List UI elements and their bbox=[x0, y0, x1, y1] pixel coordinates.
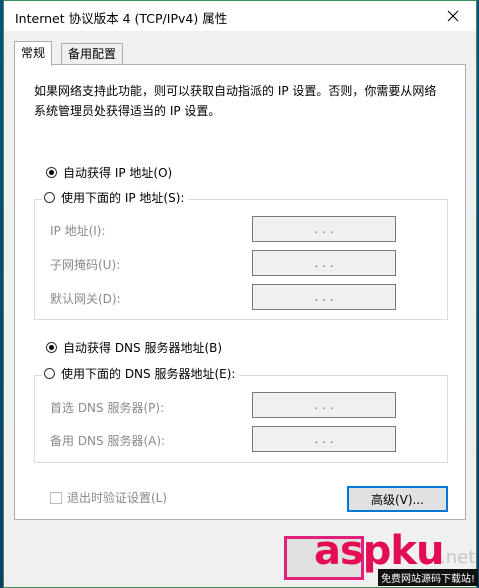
preferred-dns-label: 首选 DNS 服务器(P): bbox=[50, 401, 165, 415]
subnet-mask-value: . . . bbox=[314, 256, 334, 270]
window-title: Internet 协议版本 4 (TCP/IPv4) 属性 bbox=[15, 11, 228, 26]
title-bar[interactable]: Internet 协议版本 4 (TCP/IPv4) 属性 bbox=[4, 1, 476, 31]
subnet-mask-input[interactable]: . . . bbox=[252, 250, 396, 276]
default-gateway-label: 默认网关(D): bbox=[50, 292, 121, 306]
watermark-suffix: .net bbox=[440, 547, 476, 568]
close-icon bbox=[447, 10, 459, 22]
alternate-dns-label: 备用 DNS 服务器(A): bbox=[50, 434, 166, 448]
validate-on-exit-checkbox[interactable]: 退出时验证设置(L) bbox=[50, 489, 167, 506]
close-button[interactable] bbox=[430, 1, 476, 31]
radio-manual-dns-indicator bbox=[44, 368, 55, 379]
validate-on-exit-label: 退出时验证设置(L) bbox=[67, 491, 168, 505]
ip-address-input[interactable]: . . . bbox=[252, 216, 396, 242]
radio-auto-ip-indicator bbox=[46, 167, 57, 178]
preferred-dns-value: . . . bbox=[314, 398, 334, 412]
tab-alternate-config[interactable]: 备用配置 bbox=[61, 43, 124, 65]
radio-auto-ip-label: 自动获得 IP 地址(O) bbox=[63, 166, 173, 180]
radio-manual-ip-indicator bbox=[44, 192, 55, 203]
tcpip-properties-dialog: Internet 协议版本 4 (TCP/IPv4) 属性 常规 备用配置 如果… bbox=[3, 0, 479, 588]
tab-bar: 常规 备用配置 bbox=[14, 41, 466, 66]
radio-manual-dns[interactable]: 使用下面的 DNS 服务器地址(E): bbox=[42, 365, 240, 382]
advanced-button[interactable]: 高级(V)... bbox=[347, 486, 448, 512]
radio-manual-ip[interactable]: 使用下面的 IP 地址(S): bbox=[42, 189, 189, 206]
subnet-mask-label: 子网掩码(U): bbox=[50, 258, 121, 272]
radio-auto-dns-label: 自动获得 DNS 服务器地址(B) bbox=[63, 341, 223, 355]
general-panel: 如果网络支持此功能，则可以获取自动指派的 IP 设置。否则，你需要从网络系统管理… bbox=[14, 64, 466, 520]
preferred-dns-input[interactable]: . . . bbox=[252, 392, 396, 418]
ok-button[interactable] bbox=[284, 536, 364, 580]
radio-manual-ip-label: 使用下面的 IP 地址(S): bbox=[61, 191, 185, 205]
alternate-dns-input[interactable]: . . . bbox=[252, 426, 396, 452]
tab-general[interactable]: 常规 bbox=[14, 41, 53, 66]
watermark-tagline: 免费网站源码下载站! bbox=[378, 569, 479, 586]
radio-auto-dns-indicator bbox=[46, 342, 57, 353]
alternate-dns-value: . . . bbox=[314, 432, 334, 446]
radio-manual-dns-label: 使用下面的 DNS 服务器地址(E): bbox=[61, 367, 236, 381]
validate-on-exit-box bbox=[50, 491, 62, 504]
radio-auto-ip[interactable]: 自动获得 IP 地址(O) bbox=[46, 164, 172, 181]
radio-auto-dns[interactable]: 自动获得 DNS 服务器地址(B) bbox=[46, 339, 222, 356]
ip-address-label: IP 地址(I): bbox=[50, 224, 106, 238]
default-gateway-value: . . . bbox=[314, 290, 334, 304]
ip-address-value: . . . bbox=[314, 222, 334, 236]
description-text: 如果网络支持此功能，则可以获取自动指派的 IP 设置。否则，你需要从网络系统管理… bbox=[34, 84, 437, 118]
default-gateway-input[interactable]: . . . bbox=[252, 284, 396, 310]
